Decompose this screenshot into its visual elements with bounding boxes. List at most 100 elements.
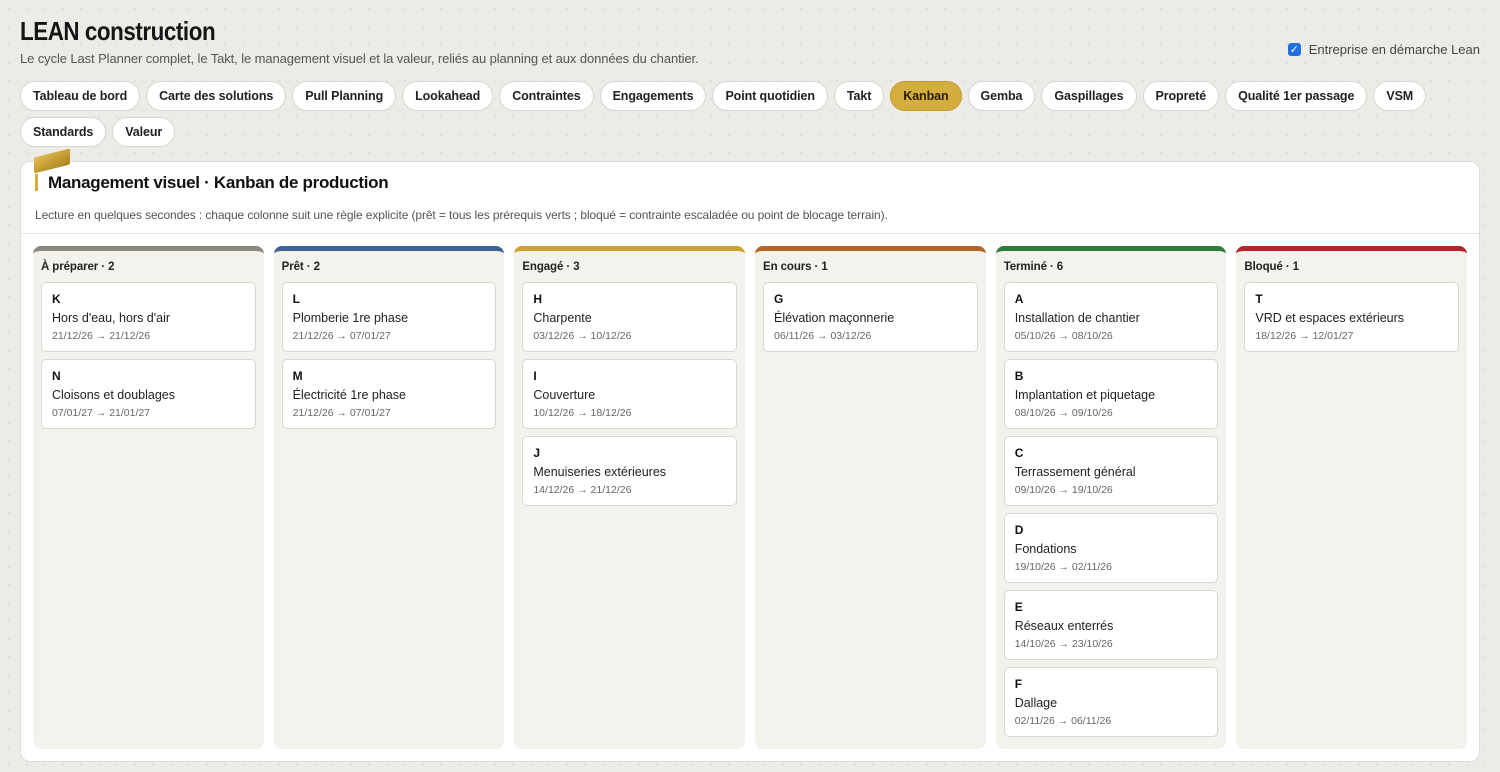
- card-name: Terrassement général: [1014, 465, 1136, 479]
- card-name: Couverture: [533, 388, 596, 402]
- tab-standards[interactable]: Standards: [20, 117, 107, 147]
- kanban-card[interactable]: E Réseaux enterrés 14/10/26 → 23/10/26: [1003, 590, 1219, 660]
- tab-carte-des-solutions[interactable]: Carte des solutions: [146, 81, 287, 111]
- card-code: C: [1014, 446, 1024, 460]
- card-name: Implantation et piquetage: [1014, 388, 1156, 402]
- card-code: L: [292, 292, 301, 306]
- tab-qualite-1er-passage[interactable]: Qualité 1er passage: [1225, 81, 1368, 111]
- column-title: Terminé · 6: [1003, 261, 1064, 273]
- kanban-card[interactable]: F Dallage 02/11/26 → 06/11/26: [1003, 667, 1219, 737]
- kanban-card[interactable]: L Plomberie 1re phase 21/12/26 → 07/01/27: [281, 282, 497, 352]
- panel-header: Management visuel · Kanban de production…: [21, 162, 1479, 234]
- card-name: VRD et espaces extérieurs: [1255, 311, 1405, 325]
- card-code: F: [1014, 677, 1023, 691]
- kanban-column: Bloqué · 1 T VRD et espaces extérieurs 18/1…: [1236, 246, 1468, 749]
- card-name: Élévation maçonnerie: [774, 311, 895, 325]
- card-name: Dallage: [1014, 696, 1058, 710]
- card-dates: 19/10/26 → 02/11/26: [1014, 561, 1112, 573]
- kanban-card[interactable]: N Cloisons et doublages 07/01/27 → 21/01/2…: [41, 359, 256, 429]
- card-code: H: [533, 292, 543, 306]
- panel-title: Management visuel · Kanban de production: [35, 174, 1465, 191]
- card-dates: 21/12/26 → 21/12/26: [52, 330, 151, 342]
- card-name: Hors d'eau, hors d'air: [52, 311, 171, 325]
- kanban-board: À préparer · 2 K Hors d'eau, hors d'air 21/…: [33, 246, 1468, 749]
- card-code: D: [1014, 523, 1024, 537]
- card-name: Charpente: [533, 311, 592, 325]
- column-title: Prêt · 2: [281, 261, 320, 273]
- tab-gemba[interactable]: Gemba: [967, 81, 1036, 111]
- kanban-card[interactable]: B Implantation et piquetage 08/10/26 → 09/…: [1003, 359, 1219, 429]
- checkbox-checked-icon[interactable]: ✓: [1287, 43, 1301, 56]
- tab-tableau-de-bord[interactable]: Tableau de bord: [20, 81, 141, 111]
- card-code: K: [52, 292, 61, 306]
- card-name: Fondations: [1014, 542, 1077, 556]
- card-dates: 09/10/26 → 19/10/26: [1014, 484, 1113, 496]
- kanban-card[interactable]: A Installation de chantier 05/10/26 → 08/1…: [1003, 282, 1219, 352]
- card-dates: 05/10/26 → 08/10/26: [1014, 330, 1113, 342]
- card-code: T: [1255, 292, 1263, 306]
- card-code: E: [1014, 600, 1023, 614]
- column-title: Engagé · 3: [522, 261, 580, 273]
- card-code: I: [533, 369, 537, 383]
- card-dates: 08/10/26 → 09/10/26: [1014, 407, 1113, 419]
- kanban-card[interactable]: J Menuiseries extérieures 14/12/26 → 21/12…: [522, 436, 738, 506]
- kanban-card[interactable]: M Électricité 1re phase 21/12/26 → 07/01/2…: [281, 359, 497, 429]
- kanban-column: À préparer · 2 K Hors d'eau, hors d'air 21/…: [33, 246, 264, 749]
- card-name: Réseaux enterrés: [1014, 619, 1114, 633]
- tab-point-quotidien[interactable]: Point quotidien: [712, 81, 828, 111]
- column-title: Bloqué · 1: [1244, 261, 1299, 273]
- kanban-panel: Management visuel · Kanban de production…: [20, 161, 1480, 762]
- card-dates: 03/12/26 → 10/12/26: [533, 330, 632, 342]
- card-dates: 21/12/26 → 07/01/27: [292, 330, 391, 342]
- tab-lookahead[interactable]: Lookahead: [402, 81, 494, 111]
- tab-valeur[interactable]: Valeur: [112, 117, 176, 147]
- card-dates: 07/01/27 → 21/01/27: [52, 407, 151, 419]
- card-name: Cloisons et doublages: [52, 388, 175, 402]
- card-dates: 14/12/26 → 21/12/26: [533, 484, 632, 496]
- card-code: B: [1014, 369, 1024, 383]
- tab-takt[interactable]: Takt: [833, 81, 885, 111]
- kanban-card[interactable]: H Charpente 03/12/26 → 10/12/26: [522, 282, 738, 352]
- kanban-card[interactable]: T VRD et espaces extérieurs 18/12/26 → 12/…: [1244, 282, 1460, 352]
- kanban-column: Engagé · 3 H Charpente 03/12/26 → 10/12/26 I…: [514, 246, 746, 749]
- card-name: Installation de chantier: [1014, 311, 1140, 325]
- card-name: Menuiseries extérieures: [533, 465, 667, 479]
- kanban-card[interactable]: I Couverture 10/12/26 → 18/12/26: [522, 359, 738, 429]
- card-name: Plomberie 1re phase: [292, 311, 409, 325]
- tab-gaspillages[interactable]: Gaspillages: [1041, 81, 1137, 111]
- tab-proprete[interactable]: Propreté: [1142, 81, 1220, 111]
- card-dates: 18/12/26 → 12/01/27: [1255, 330, 1354, 342]
- column-title: À préparer · 2: [41, 261, 115, 273]
- kanban-card[interactable]: D Fondations 19/10/26 → 02/11/26: [1003, 513, 1219, 583]
- card-code: J: [533, 446, 541, 460]
- card-dates: 02/11/26 → 06/11/26: [1014, 715, 1112, 727]
- card-name: Électricité 1re phase: [292, 388, 406, 402]
- page-title: LEAN construction: [20, 16, 216, 46]
- tab-kanban[interactable]: Kanban: [890, 81, 962, 111]
- kanban-card[interactable]: K Hors d'eau, hors d'air 21/12/26 → 21/12/…: [41, 282, 256, 352]
- card-dates: 21/12/26 → 07/01/27: [292, 407, 391, 419]
- card-dates: 06/11/26 → 03/12/26: [774, 330, 872, 342]
- tab-bar: Tableau de bord Carte des solutions Pull P…: [20, 81, 1480, 147]
- card-code: G: [774, 292, 784, 306]
- card-code: N: [52, 369, 61, 383]
- page-subtitle: Le cycle Last Planner complet, le Takt, …: [20, 51, 699, 66]
- card-code: M: [292, 369, 303, 383]
- column-title: En cours · 1: [763, 261, 828, 273]
- tab-pull-planning[interactable]: Pull Planning: [292, 81, 397, 111]
- kanban-column: Prêt · 2 L Plomberie 1re phase 21/12/26 → 0…: [273, 246, 505, 749]
- card-code: A: [1014, 292, 1024, 306]
- kanban-card[interactable]: G Élévation maçonnerie 06/11/26 → 03/12/26: [763, 282, 978, 352]
- panel-description: Lecture en quelques secondes : chaque co…: [35, 208, 888, 222]
- kanban-column: En cours · 1 G Élévation maçonnerie 06/11/2…: [755, 246, 986, 749]
- lean-toggle[interactable]: ✓ Entreprise en démarche Lean: [1287, 42, 1480, 57]
- kanban-column: Terminé · 6 A Installation de chantier 05/1…: [995, 246, 1227, 749]
- header: LEAN construction Le cycle Last Planner …: [20, 16, 1480, 66]
- tab-vsm[interactable]: VSM: [1373, 81, 1427, 111]
- tab-contraintes[interactable]: Contraintes: [499, 81, 594, 111]
- lean-toggle-label: Entreprise en démarche Lean: [1308, 42, 1480, 57]
- kanban-card[interactable]: C Terrassement général 09/10/26 → 19/10/26: [1003, 436, 1219, 506]
- tab-engagements[interactable]: Engagements: [599, 81, 707, 111]
- card-dates: 10/12/26 → 18/12/26: [533, 407, 632, 419]
- card-dates: 14/10/26 → 23/10/26: [1014, 638, 1113, 650]
